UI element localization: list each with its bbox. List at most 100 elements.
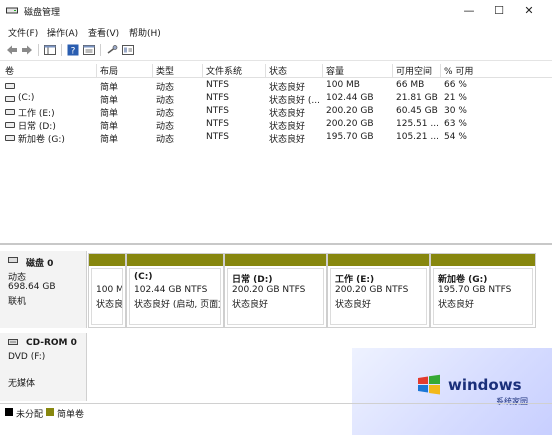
volume-layout: 简单 [100, 135, 119, 145]
menu-view[interactable]: 查看(V) [88, 26, 119, 39]
window-title: 磁盘管理 [24, 8, 61, 18]
close-button[interactable]: ✕ [514, 2, 544, 20]
partition-status: 状态良好 [438, 300, 475, 310]
drive-icon [5, 135, 15, 141]
volume-free-space: 125.51 ... [396, 119, 439, 129]
volume-free-space: 60.45 GB [396, 106, 438, 116]
volume-filesystem: NTFS [206, 93, 229, 103]
partition-size: 102.44 GB NTFS [134, 285, 208, 295]
drive-icon [5, 96, 15, 102]
partition-d[interactable]: 日常 (D:) 200.20 GB NTFS 状态良好 [224, 253, 327, 328]
partition-title: 新加卷 (G:) [438, 275, 488, 285]
partition-status: 状态良好 [335, 300, 372, 310]
partition-title: (C:) [134, 272, 153, 282]
drive-icon [5, 109, 15, 115]
table-row[interactable]: 工作 (E:) 简单 动态 NTFS 状态良好 200.20 GB 60.45 … [0, 105, 552, 119]
menu-help[interactable]: 帮助(H) [129, 26, 161, 39]
legend-swatch-unallocated [5, 408, 13, 416]
disk-management-app-icon [6, 7, 18, 14]
volume-percent-free: 66 % [444, 80, 467, 90]
volume-capacity: 102.44 GB [326, 93, 374, 103]
column-header-free-space[interactable]: 可用空间 [392, 64, 432, 77]
disk-0-info[interactable]: 磁盘 0 动态 698.64 GB 联机 [0, 251, 87, 328]
volume-percent-free: 21 % [444, 93, 467, 103]
cdrom-0-info[interactable]: CD-ROM 0 DVD (F:) 无媒体 [0, 333, 87, 401]
view-icon[interactable] [122, 44, 134, 56]
maximize-button[interactable]: ☐ [484, 2, 514, 20]
volume-filesystem: NTFS [206, 80, 229, 90]
volume-free-space: 105.21 ... [396, 132, 439, 142]
toolbar-separator [61, 44, 62, 56]
partition-e[interactable]: 工作 (E:) 200.20 GB NTFS 状态良好 [327, 253, 430, 328]
drive-icon [5, 122, 15, 128]
volume-percent-free: 54 % [444, 132, 467, 142]
partition-status: 状态良好 [232, 300, 269, 310]
volume-filesystem: NTFS [206, 119, 229, 129]
console-tree-icon[interactable] [44, 44, 56, 56]
volume-type: 动态 [156, 135, 175, 145]
table-row[interactable]: 简单 动态 NTFS 状态良好 100 MB 66 MB 66 % [0, 79, 552, 93]
column-header-layout[interactable]: 布局 [96, 64, 118, 77]
cdrom-0-status: 无媒体 [8, 379, 36, 389]
eject-icon[interactable] [106, 44, 118, 56]
menu-file[interactable]: 文件(F) [8, 26, 38, 39]
toolbar-separator [38, 44, 39, 56]
column-header-status[interactable]: 状态 [265, 64, 287, 77]
cd-drive-icon [8, 339, 18, 345]
watermark-text: windows [448, 376, 522, 394]
volume-table-header: 卷 布局 类型 文件系统 状态 容量 可用空间 % 可用 [0, 62, 552, 78]
volume-name: 新加卷 (G:) [18, 135, 65, 145]
volume-capacity: 100 MB [326, 80, 360, 90]
properties-icon[interactable] [83, 44, 95, 56]
partition-title: 工作 (E:) [335, 275, 375, 285]
volume-status: 状态良好 [269, 135, 306, 145]
help-icon[interactable]: ? [67, 44, 79, 56]
legend-label-simple-volume: 简单卷 [57, 410, 85, 420]
toolbar-separator [100, 44, 101, 56]
volume-name: (C:) [18, 93, 35, 103]
volume-filesystem: NTFS [206, 106, 229, 116]
disk-0-name: 磁盘 0 [26, 259, 54, 269]
partition-system-reserved[interactable]: 100 M 状态良 [88, 253, 126, 328]
legend-swatch-simple-volume [46, 408, 54, 416]
partition-size: 200.20 GB NTFS [335, 285, 409, 295]
table-row[interactable]: (C:) 简单 动态 NTFS 状态良好 (... 102.44 GB 21.8… [0, 92, 552, 106]
column-header-type[interactable]: 类型 [152, 64, 174, 77]
volume-capacity: 200.20 GB [326, 106, 374, 116]
svg-text:?: ? [71, 47, 76, 57]
cdrom-0-type: DVD (F:) [8, 352, 46, 362]
volume-percent-free: 63 % [444, 119, 467, 129]
partition-c[interactable]: (C:) 102.44 GB NTFS 状态良好 (启动, 页面文 [126, 253, 224, 328]
menu-action[interactable]: 操作(A) [47, 26, 78, 39]
volume-percent-free: 30 % [444, 106, 467, 116]
simple-volume-bar [431, 254, 535, 266]
column-header-capacity[interactable]: 容量 [322, 64, 344, 77]
column-header-volume[interactable]: 卷 [2, 64, 14, 77]
partition-size: 200.20 GB NTFS [232, 285, 306, 295]
partition-size: 195.70 GB NTFS [438, 285, 512, 295]
partition-g[interactable]: 新加卷 (G:) 195.70 GB NTFS 状态良好 [430, 253, 536, 328]
watermark-overlay: windows 系统家园 [352, 348, 552, 435]
table-row[interactable]: 日常 (D:) 简单 动态 NTFS 状态良好 200.20 GB 125.51… [0, 118, 552, 132]
partition-title: 日常 (D:) [232, 275, 273, 285]
back-arrow-icon[interactable] [6, 44, 18, 56]
partition-size: 100 M [96, 285, 123, 295]
legend-bar: 未分配 简单卷 [0, 403, 552, 420]
disk-icon [8, 257, 18, 263]
title-bar: 磁盘管理 — ☐ ✕ [0, 0, 552, 22]
legend-label-unallocated: 未分配 [16, 410, 44, 420]
forward-arrow-icon[interactable] [21, 44, 33, 56]
minimize-button[interactable]: — [454, 2, 484, 20]
simple-volume-bar [89, 254, 125, 266]
windows-logo-icon [418, 374, 440, 395]
volume-filesystem: NTFS [206, 132, 229, 142]
volume-free-space: 21.81 GB [396, 93, 438, 103]
partition-status: 状态良好 (启动, 页面文 [134, 300, 221, 310]
volume-free-space: 66 MB [396, 80, 425, 90]
disk-0-status: 联机 [8, 297, 27, 307]
column-header-filesystem[interactable]: 文件系统 [202, 64, 242, 77]
menu-bar: 文件(F) 操作(A) 查看(V) 帮助(H) [0, 22, 552, 40]
simple-volume-bar [127, 254, 223, 266]
column-header-percent-free[interactable]: % 可用 [440, 64, 473, 77]
table-row[interactable]: 新加卷 (G:) 简单 动态 NTFS 状态良好 195.70 GB 105.2… [0, 131, 552, 145]
